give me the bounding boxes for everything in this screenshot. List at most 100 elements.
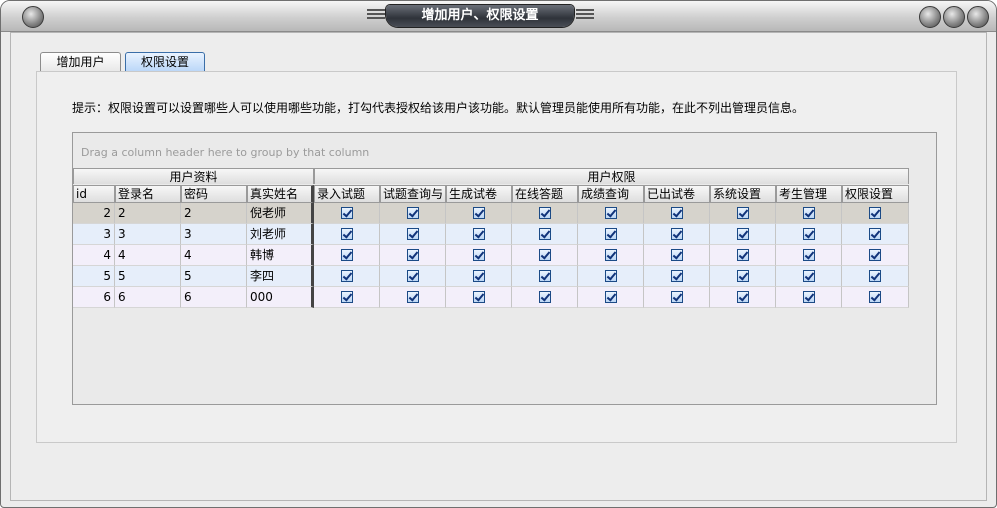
tab-permissions[interactable]: 权限设置 [125, 52, 205, 72]
band-header-row: 用户资料 用户权限 [73, 168, 909, 185]
permission-checkbox[interactable] [604, 228, 617, 240]
permission-checkbox[interactable] [802, 270, 815, 282]
permission-checkbox[interactable] [869, 291, 881, 303]
permission-checkbox[interactable] [736, 228, 749, 240]
band-user-permissions[interactable]: 用户权限 [314, 168, 909, 184]
cell-real-name[interactable]: 刘老师 [247, 224, 314, 245]
permission-checkbox[interactable] [340, 207, 353, 219]
cell-password[interactable]: 3 [181, 224, 247, 245]
hint-text: 提示：权限设置可以设置哪些人可以使用哪些功能，打勾代表授权给该用户该功能。默认管… [72, 101, 805, 115]
table-row[interactable]: 3 3 3 刘老师 [73, 224, 909, 245]
cell-login-name[interactable]: 3 [115, 224, 181, 245]
permission-checkbox[interactable] [406, 249, 419, 261]
col-login-name-header[interactable]: 登录名 [115, 185, 181, 203]
permission-checkbox[interactable] [802, 249, 815, 261]
permission-checkbox[interactable] [604, 291, 617, 303]
tab-add-user[interactable]: 增加用户 [40, 52, 121, 72]
col-enter-questions-header[interactable]: 录入试题 [314, 185, 380, 203]
permission-checkbox[interactable] [802, 207, 815, 219]
permission-checkbox[interactable] [869, 249, 881, 261]
permission-cell [380, 266, 446, 287]
table-row[interactable]: 2 2 2 倪老师 [73, 203, 909, 224]
col-generate-paper-header[interactable]: 生成试卷 [446, 185, 512, 203]
table-row[interactable]: 4 4 4 韩博 [73, 245, 909, 266]
close-button[interactable] [967, 6, 989, 28]
cell-real-name[interactable]: 李四 [247, 266, 314, 287]
table-row[interactable]: 6 6 6 000 [73, 287, 909, 308]
permission-checkbox[interactable] [670, 207, 683, 219]
permission-checkbox[interactable] [538, 291, 551, 303]
permission-checkbox[interactable] [472, 207, 485, 219]
permission-checkbox[interactable] [472, 291, 485, 303]
permission-cell [644, 266, 710, 287]
permission-checkbox[interactable] [538, 228, 551, 240]
permission-checkbox[interactable] [340, 270, 353, 282]
permission-checkbox[interactable] [406, 291, 419, 303]
permission-checkbox[interactable] [604, 249, 617, 261]
band-user-info[interactable]: 用户资料 [73, 168, 314, 184]
col-issued-papers-header[interactable]: 已出试卷 [644, 185, 710, 203]
permission-checkbox[interactable] [340, 228, 353, 240]
permission-checkbox[interactable] [869, 270, 881, 282]
col-score-query-header[interactable]: 成绩查询 [578, 185, 644, 203]
permission-checkbox[interactable] [736, 207, 749, 219]
title-bar[interactable]: 增加用户、权限设置 [1, 1, 996, 32]
permission-cell [314, 245, 380, 266]
permission-checkbox[interactable] [472, 228, 485, 240]
col-permission-settings-header[interactable]: 权限设置 [842, 185, 909, 203]
cell-password[interactable]: 2 [181, 203, 247, 224]
permission-checkbox[interactable] [736, 291, 749, 303]
cell-login-name[interactable]: 6 [115, 287, 181, 308]
cell-login-name[interactable]: 5 [115, 266, 181, 287]
cell-id[interactable]: 5 [73, 266, 115, 287]
cell-id[interactable]: 2 [73, 203, 115, 224]
permission-checkbox[interactable] [670, 228, 683, 240]
cell-real-name[interactable]: 倪老师 [247, 203, 314, 224]
cell-login-name[interactable]: 2 [115, 203, 181, 224]
permission-checkbox[interactable] [406, 228, 419, 240]
permission-checkbox[interactable] [736, 249, 749, 261]
col-id-header[interactable]: id [73, 185, 115, 203]
col-examinee-management-header[interactable]: 考生管理 [776, 185, 842, 203]
col-password-header[interactable]: 密码 [181, 185, 247, 203]
cell-id[interactable]: 4 [73, 245, 115, 266]
cell-real-name[interactable]: 000 [247, 287, 314, 308]
permission-checkbox[interactable] [538, 270, 551, 282]
cell-password[interactable]: 4 [181, 245, 247, 266]
permission-checkbox[interactable] [604, 270, 617, 282]
permission-checkbox[interactable] [869, 207, 881, 219]
permission-checkbox[interactable] [538, 207, 551, 219]
permission-checkbox[interactable] [670, 249, 683, 261]
permission-checkbox[interactable] [802, 291, 815, 303]
permission-checkbox[interactable] [472, 270, 485, 282]
col-online-answer-header[interactable]: 在线答题 [512, 185, 578, 203]
permission-checkbox[interactable] [340, 249, 353, 261]
cell-password[interactable]: 5 [181, 266, 247, 287]
permission-cell [842, 266, 909, 287]
cell-id[interactable]: 3 [73, 224, 115, 245]
permission-checkbox[interactable] [802, 228, 815, 240]
col-system-settings-header[interactable]: 系统设置 [710, 185, 776, 203]
cell-real-name[interactable]: 韩博 [247, 245, 314, 266]
permission-checkbox[interactable] [670, 270, 683, 282]
system-menu-button[interactable] [22, 6, 44, 28]
permission-checkbox[interactable] [869, 228, 881, 240]
permission-checkbox[interactable] [604, 207, 617, 219]
maximize-button[interactable] [943, 6, 965, 28]
col-question-query-header[interactable]: 试题查询与 [380, 185, 446, 203]
cell-password[interactable]: 6 [181, 287, 247, 308]
group-by-area[interactable]: Drag a column header here to group by th… [81, 146, 369, 159]
permission-checkbox[interactable] [406, 270, 419, 282]
permission-checkbox[interactable] [736, 270, 749, 282]
cell-login-name[interactable]: 4 [115, 245, 181, 266]
minimize-button[interactable] [919, 6, 941, 28]
permission-checkbox[interactable] [340, 291, 353, 303]
table-row[interactable]: 5 5 5 李四 [73, 266, 909, 287]
permission-checkbox[interactable] [538, 249, 551, 261]
permission-checkbox[interactable] [406, 207, 419, 219]
permission-checkbox[interactable] [472, 249, 485, 261]
permissions-grid: Drag a column header here to group by th… [72, 132, 937, 405]
cell-id[interactable]: 6 [73, 287, 115, 308]
permission-checkbox[interactable] [670, 291, 683, 303]
col-real-name-header[interactable]: 真实姓名 [247, 185, 314, 203]
